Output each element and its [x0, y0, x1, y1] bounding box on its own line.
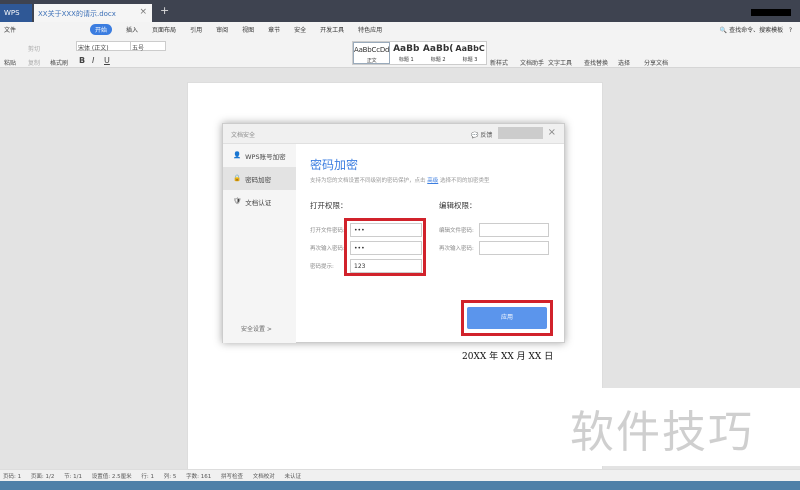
close-dialog-icon[interactable]: × — [548, 127, 556, 138]
dialog-header: 文档安全 💬 反馈 × — [223, 124, 564, 144]
font-select[interactable]: 宋体 (正文) — [76, 41, 131, 52]
edit-password-input[interactable] — [479, 223, 549, 237]
copy-button[interactable]: 复制 — [28, 58, 40, 67]
feedback-button[interactable]: 💬 反馈 — [471, 130, 492, 139]
advanced-link[interactable]: 高级 — [427, 178, 438, 184]
cut-button[interactable]: 剪切 — [28, 44, 40, 53]
password-hint-label: 密码提示: — [310, 264, 334, 270]
title-bar: WPS XX关于XXX的请示.docx × + — [0, 0, 800, 22]
dialog-description: 支持为您的文档设置不同级别的密码保护，点击 高级 选择不同的加密类型 — [310, 178, 490, 184]
underline-button[interactable]: U — [104, 56, 110, 65]
lock-icon: 🔒 — [233, 174, 242, 182]
search-commands[interactable]: 🔍 查找命令、搜索模板 ? — [720, 25, 792, 34]
italic-button[interactable]: I — [92, 56, 94, 65]
account-redacted[interactable] — [751, 9, 791, 16]
status-section: 节: 1/1 — [64, 474, 83, 480]
style-heading-1[interactable]: AaBb 标题 1 — [390, 42, 422, 64]
select-button[interactable]: 选择 — [618, 58, 630, 67]
menu-security[interactable]: 安全 — [294, 25, 306, 34]
sidebar-item-password[interactable]: 🔒 密码加密 — [223, 167, 296, 190]
help-icon[interactable]: ? — [789, 27, 792, 34]
wps-home-tab[interactable]: WPS — [0, 4, 32, 22]
dialog-heading: 密码加密 — [310, 158, 359, 172]
doc-proofread-button[interactable]: 文档校对 — [253, 474, 275, 480]
close-tab-icon[interactable]: × — [139, 7, 147, 17]
open-password-label: 打开文件密码: — [310, 228, 345, 234]
edit-confirm-label: 再次输入密码: — [439, 246, 474, 252]
confirm-password-label: 再次输入密码: — [310, 246, 345, 252]
status-row: 行: 1 — [141, 474, 154, 480]
style-heading-3[interactable]: AaBbC 标题 3 — [454, 42, 486, 64]
edit-permission-heading: 编辑权限： — [439, 201, 477, 210]
status-wordcount[interactable]: 字数: 161 — [186, 474, 211, 480]
user-icon: 👤 — [233, 151, 242, 159]
document-date: 20XX 年 XX 月 XX 日 — [462, 352, 554, 362]
style-heading-2[interactable]: AaBb(标题 2 — [422, 42, 454, 64]
doc-tab-label: XX关于XXX的请示.docx — [38, 10, 116, 18]
sidebar-item-wps-account[interactable]: 👤 WPS账号加密 — [223, 144, 296, 167]
menu-home[interactable]: 开始 — [90, 23, 113, 35]
watermark: 软件技巧 — [560, 388, 800, 466]
status-page: 页码: 1 — [3, 474, 22, 480]
menu-view[interactable]: 视图 — [242, 25, 254, 34]
menu-insert[interactable]: 插入 — [126, 25, 138, 34]
shield-icon: 🛡 — [233, 197, 242, 205]
status-setting: 设置值: 2.5厘米 — [91, 474, 132, 480]
certification-status[interactable]: 未认证 — [284, 474, 301, 480]
os-taskbar — [0, 481, 800, 490]
dialog-title: 文档安全 — [231, 132, 256, 139]
menu-review[interactable]: 审阅 — [216, 25, 228, 34]
menu-bar: 文件 开始 插入 页面布局 引用 审阅 视图 章节 安全 开发工具 特色应用 — [0, 22, 800, 36]
style-gallery: AaBbCcDd 正文 AaBb 标题 1 AaBb(标题 2 AaBbC 标题 3 — [352, 41, 487, 65]
font-size-select[interactable]: 五号 — [130, 41, 166, 52]
edit-confirm-input[interactable] — [479, 241, 549, 255]
redacted-area — [498, 127, 543, 139]
status-pages: 页面: 1/2 — [30, 474, 55, 480]
share-doc-button[interactable]: 分享文档 — [644, 58, 668, 67]
new-tab-button[interactable]: + — [160, 4, 169, 17]
menu-references[interactable]: 引用 — [190, 25, 202, 34]
search-commands-label: 查找命令、搜索模板 — [729, 27, 784, 34]
dialog-sidebar: 👤 WPS账号加密 🔒 密码加密 🛡 文档认证 安全设置 > — [223, 144, 296, 343]
spell-check-button[interactable]: 拼写检查 — [221, 474, 243, 480]
menu-special[interactable]: 特色应用 — [358, 25, 382, 34]
format-painter-button[interactable]: 格式刷 — [50, 58, 68, 67]
paste-button[interactable]: 粘贴 — [4, 58, 16, 67]
security-settings-link[interactable]: 安全设置 > — [241, 324, 272, 333]
menu-layout[interactable]: 页面布局 — [152, 25, 176, 34]
bold-button[interactable]: B — [79, 56, 85, 65]
doc-assistant-button[interactable]: 文档助手 — [520, 58, 544, 67]
text-tools-button[interactable]: 文字工具 — [548, 58, 572, 67]
highlight-box-passwords — [344, 218, 426, 276]
status-col: 列: 5 — [163, 474, 177, 480]
find-replace-button[interactable]: 查找替换 — [584, 58, 608, 67]
status-bar: 页码: 1 页面: 1/2 节: 1/1 设置值: 2.5厘米 行: 1 列: … — [0, 469, 800, 481]
edit-password-label: 编辑文件密码: — [439, 228, 474, 234]
highlight-box-apply — [461, 300, 553, 336]
document-tab[interactable]: XX关于XXX的请示.docx × — [34, 4, 152, 22]
menu-section[interactable]: 章节 — [268, 25, 280, 34]
menu-developer[interactable]: 开发工具 — [320, 25, 344, 34]
sidebar-item-certification[interactable]: 🛡 文档认证 — [223, 190, 296, 213]
open-permission-heading: 打开权限： — [310, 201, 348, 210]
menu-file[interactable]: 文件 — [4, 25, 16, 34]
new-style-button[interactable]: 新样式 — [490, 58, 508, 67]
style-normal[interactable]: AaBbCcDd 正文 — [353, 42, 391, 64]
